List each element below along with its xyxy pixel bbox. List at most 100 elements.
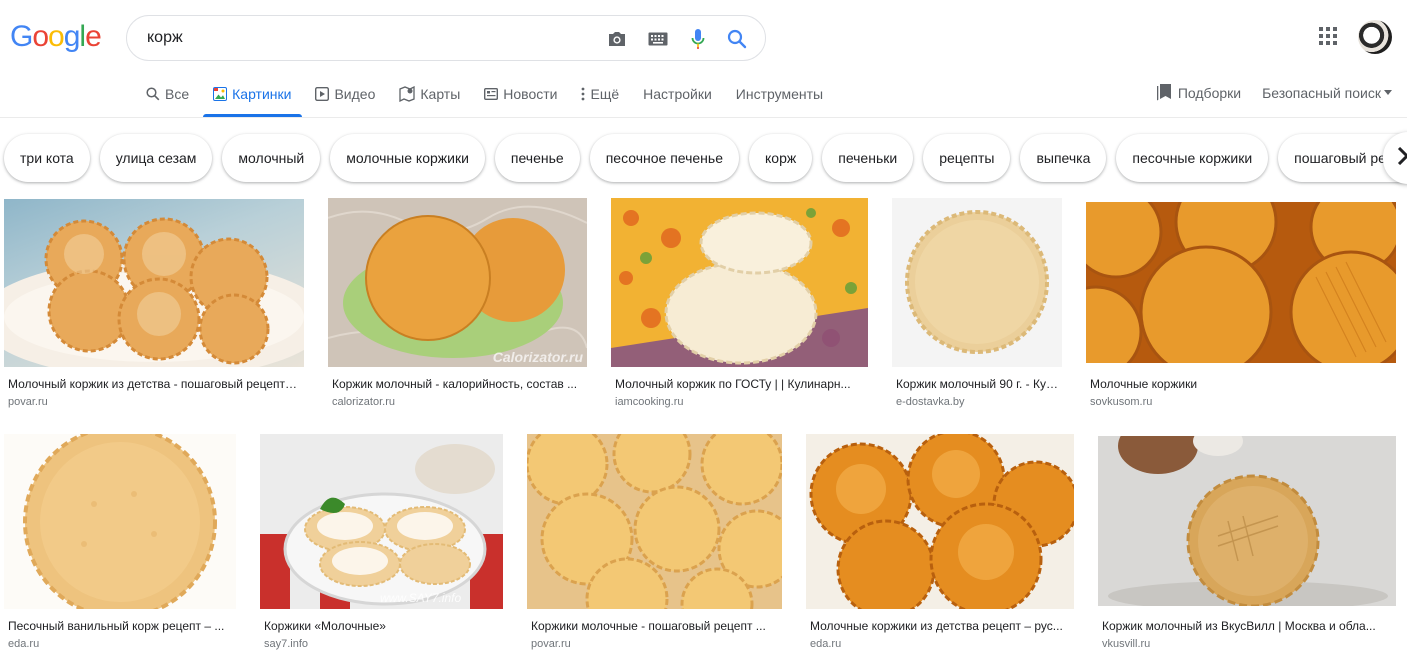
chip[interactable]: корж — [749, 134, 813, 182]
tab-images[interactable]: Картинки — [213, 84, 291, 104]
logo-letter: G — [10, 20, 33, 53]
result-domain: calorizator.ru — [332, 396, 395, 408]
result-caption[interactable]: Молочные коржики из детства рецепт – рус… — [810, 619, 1072, 633]
image-result[interactable]: Коржики молочные - пошаговый рецепт ... … — [527, 434, 782, 654]
result-domain: iamcooking.ru — [615, 396, 684, 408]
tab-label: Настройки — [643, 86, 712, 102]
chip[interactable]: печенье — [494, 134, 580, 182]
chip[interactable]: молочные коржики — [330, 134, 485, 182]
image-result[interactable]: Молочные коржики sovkusom.ru — [1086, 202, 1396, 414]
tab-video[interactable]: Видео — [315, 84, 375, 104]
tab-label: Новости — [503, 86, 558, 102]
tab-tools[interactable]: Инструменты — [736, 84, 823, 104]
result-domain: e-dostavka.by — [896, 396, 965, 408]
google-logo[interactable]: Google — [10, 20, 102, 54]
image-result[interactable]: www.SAY7.info Коржики «Молочные» say7.in… — [260, 434, 503, 654]
result-thumbnail[interactable] — [1086, 202, 1396, 363]
microphone-icon[interactable] — [686, 27, 710, 51]
tab-label: Видео — [334, 86, 376, 102]
result-domain: sovkusom.ru — [1090, 396, 1153, 408]
image-result[interactable]: Молочный коржик из детства - пошаговый р… — [4, 199, 304, 414]
tab-news[interactable]: Новости — [484, 84, 557, 104]
more-vertical-icon — [581, 87, 585, 101]
result-thumbnail[interactable] — [527, 434, 782, 609]
result-domain: eda.ru — [810, 638, 842, 650]
chip[interactable]: песочные коржики — [1116, 134, 1269, 182]
safe-search-label: Безопасный поиск — [1262, 84, 1381, 101]
result-caption[interactable]: Коржики молочные - пошаговый рецепт ... — [531, 619, 779, 633]
result-domain: vkusvill.ru — [1102, 638, 1151, 650]
result-thumbnail[interactable] — [611, 198, 868, 367]
result-caption[interactable]: Песочный ванильный корж рецепт – ... — [8, 619, 233, 633]
image-result[interactable]: Молочные коржики из детства рецепт – рус… — [806, 434, 1074, 654]
map-pin-icon — [399, 86, 416, 102]
watermark: www.SAY7.info — [380, 591, 462, 605]
result-domain: eda.ru — [8, 638, 40, 650]
result-thumbnail[interactable] — [1098, 436, 1396, 606]
chip[interactable]: песочное печенье — [589, 134, 739, 182]
logo-letter: e — [85, 20, 102, 53]
logo-letter: o — [32, 20, 49, 53]
bookmark-icon — [1156, 84, 1171, 101]
chip[interactable]: улица сезам — [99, 134, 213, 182]
tab-label: Инструменты — [735, 86, 824, 102]
tab-label: Все — [165, 86, 190, 102]
tab-label: Ещё — [590, 86, 620, 102]
search-input[interactable]: корж — [147, 29, 183, 47]
chip[interactable]: молочный — [222, 134, 321, 182]
image-icon — [213, 87, 228, 101]
tab-more[interactable]: Ещё — [581, 84, 619, 104]
chip[interactable]: рецепты — [923, 134, 1011, 182]
result-caption[interactable]: Коржик молочный из ВкусВилл | Москва и о… — [1102, 619, 1392, 633]
result-caption[interactable]: Молочные коржики — [1090, 377, 1390, 391]
image-result[interactable]: Молочный коржик по ГОСТу | | Кулинарн...… — [611, 198, 868, 414]
image-result[interactable]: Коржик молочный 90 г. - Купить ... e-dos… — [892, 198, 1062, 414]
search-icon[interactable] — [725, 27, 749, 51]
play-icon — [315, 87, 330, 101]
result-domain: say7.info — [264, 638, 309, 650]
tab-maps[interactable]: Карты — [399, 84, 460, 104]
result-thumbnail[interactable]: Calorizator.ru — [328, 198, 587, 367]
related-chips: три кота улица сезам молочный молочные к… — [4, 134, 1407, 182]
chip[interactable]: выпечка — [1020, 134, 1107, 182]
search-tabs: Все Картинки Видео Карты Новости Ещё Нас… — [146, 84, 847, 118]
chevron-right-icon — [1397, 146, 1407, 170]
image-result[interactable]: Calorizator.ru Коржик молочный - калорий… — [328, 198, 587, 414]
collections-button[interactable]: Подборки — [1156, 84, 1242, 101]
avatar[interactable] — [1358, 20, 1392, 54]
logo-letter: g — [63, 20, 81, 53]
result-thumbnail[interactable] — [4, 434, 236, 609]
result-thumbnail[interactable] — [892, 198, 1062, 367]
result-thumbnail[interactable]: www.SAY7.info — [260, 434, 503, 609]
header-divider — [0, 117, 1407, 118]
right-tools: Подборки Безопасный поиск — [1156, 84, 1392, 101]
search-icon — [146, 87, 160, 101]
chip[interactable]: три кота — [4, 134, 90, 182]
result-thumbnail[interactable] — [806, 434, 1074, 609]
search-box[interactable]: корж — [126, 15, 766, 61]
tab-all[interactable]: Все — [146, 84, 189, 104]
image-result[interactable]: Коржик молочный из ВкусВилл | Москва и о… — [1098, 436, 1396, 654]
tab-label: Карты — [420, 86, 461, 102]
logo-letter: o — [48, 20, 65, 53]
tab-settings[interactable]: Настройки — [643, 84, 712, 104]
collections-label: Подборки — [1177, 84, 1242, 101]
result-thumbnail[interactable] — [4, 199, 304, 367]
apps-grid-icon[interactable] — [1319, 27, 1341, 49]
camera-icon[interactable] — [605, 27, 629, 51]
result-domain: povar.ru — [8, 396, 48, 408]
image-result[interactable]: Песочный ванильный корж рецепт – ... eda… — [4, 434, 236, 654]
result-caption[interactable]: Молочный коржик из детства - пошаговый р… — [8, 377, 298, 391]
result-caption[interactable]: Коржик молочный - калорийность, состав .… — [332, 377, 582, 391]
safe-search-dropdown[interactable]: Безопасный поиск — [1262, 85, 1392, 101]
result-domain: povar.ru — [531, 638, 571, 650]
chip[interactable]: печеньки — [822, 134, 914, 182]
result-caption[interactable]: Коржик молочный 90 г. - Купить ... — [896, 377, 1061, 391]
watermark: Calorizator.ru — [492, 349, 583, 365]
news-icon — [484, 88, 499, 100]
tab-label: Картинки — [232, 86, 292, 102]
keyboard-icon[interactable] — [646, 27, 670, 51]
caret-down-icon — [1384, 90, 1392, 95]
result-caption[interactable]: Молочный коржик по ГОСТу | | Кулинарн... — [615, 377, 865, 391]
result-caption[interactable]: Коржики «Молочные» — [264, 619, 499, 633]
